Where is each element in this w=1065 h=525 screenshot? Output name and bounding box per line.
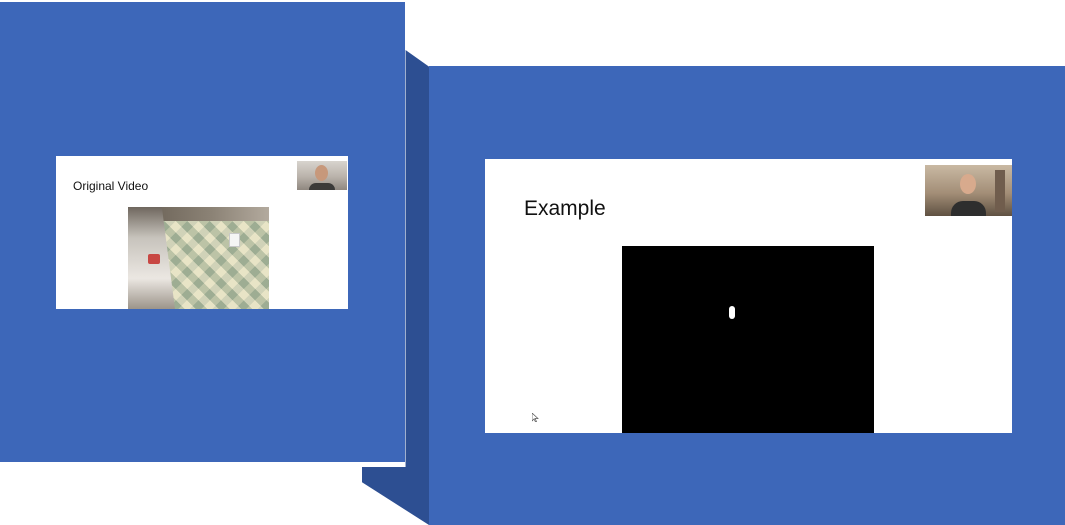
speaker-face [315, 165, 328, 181]
speaker-face [960, 174, 976, 194]
original-video-slide: Original Video [56, 156, 348, 309]
example-slide: Example [485, 159, 1012, 433]
slide-title: Original Video [73, 179, 149, 193]
red-object [148, 254, 160, 264]
speaker-shoulders [951, 201, 986, 216]
speaker-webcam-thumbnail [925, 165, 1012, 216]
original-video-frame [128, 207, 269, 309]
binary-mask-frame [622, 246, 874, 433]
background-shelf [995, 170, 1005, 212]
white-box [229, 233, 240, 247]
pointer-cursor-icon [532, 413, 539, 422]
mask-blob [729, 306, 735, 319]
slide-title: Example [524, 197, 606, 220]
speaker-shoulders [309, 183, 335, 190]
speaker-webcam-thumbnail [297, 161, 347, 190]
pointer-cursor-icon [532, 413, 539, 422]
